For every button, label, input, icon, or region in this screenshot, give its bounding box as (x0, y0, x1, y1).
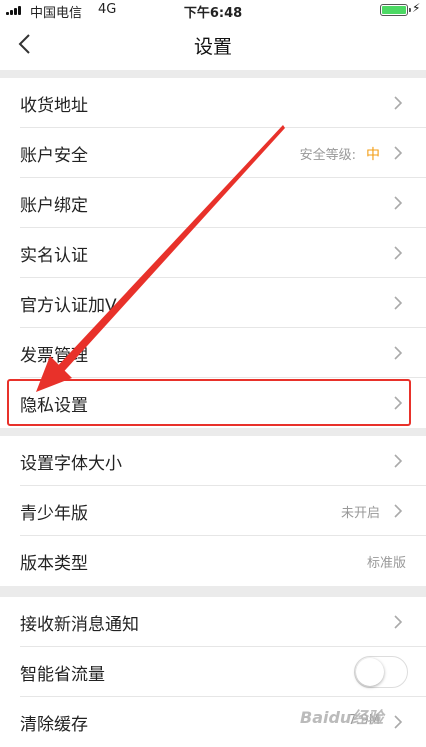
chevron-right-icon (394, 504, 403, 518)
row-label: 智能省流量 (20, 665, 105, 685)
row-label: 青少年版 (20, 504, 88, 524)
row-label: 实名认证 (20, 246, 88, 266)
toggle-knob (356, 658, 384, 686)
chevron-right-icon (394, 96, 403, 110)
chevron-right-icon (394, 196, 403, 210)
settings-row-data-saver: 智能省流量 (0, 647, 426, 697)
settings-row-clear-cache[interactable]: 清除缓存 7.9M (0, 697, 426, 747)
clock: 下午6:48 (183, 6, 243, 21)
settings-row-version-type: 版本类型 标准版 (0, 536, 426, 586)
row-label: 发票管理 (20, 346, 88, 366)
settings-row-privacy[interactable]: 隐私设置 (0, 378, 426, 428)
chevron-right-icon (394, 246, 403, 260)
battery-icon (380, 4, 411, 16)
version-type-value: 标准版 (366, 556, 406, 571)
settings-row-notifications[interactable]: 接收新消息通知 (0, 597, 426, 647)
chevron-right-icon (394, 396, 403, 410)
charging-icon: ⚡ (412, 1, 421, 15)
row-label: 版本类型 (20, 554, 88, 574)
nav-bar: 设置 (0, 20, 426, 70)
page-title: 设置 (193, 36, 232, 58)
settings-row-font-size[interactable]: 设置字体大小 (0, 436, 426, 486)
chevron-right-icon (394, 715, 403, 729)
settings-row-invoice[interactable]: 发票管理 (0, 328, 426, 378)
chevron-right-icon (394, 454, 403, 468)
settings-row-account-security[interactable]: 账户安全 安全等级: 中 (0, 128, 426, 178)
row-label: 账户安全 (20, 146, 88, 166)
chevron-right-icon (394, 146, 403, 160)
chevron-right-icon (394, 296, 403, 310)
security-level-text: 安全等级: 中 (299, 147, 380, 163)
settings-row-account-binding[interactable]: 账户绑定 (0, 178, 426, 228)
settings-row-real-name[interactable]: 实名认证 (0, 228, 426, 278)
settings-row-official-verify[interactable]: 官方认证加V (0, 278, 426, 328)
row-label: 账户绑定 (20, 196, 88, 216)
security-level-badge: 中 (366, 147, 380, 163)
settings-row-shipping-address[interactable]: 收货地址 (0, 78, 426, 128)
row-label: 设置字体大小 (20, 454, 122, 474)
data-saver-toggle[interactable] (354, 656, 408, 688)
youth-mode-status: 未开启 (340, 506, 380, 521)
row-label: 接收新消息通知 (20, 615, 139, 635)
chevron-right-icon (394, 615, 403, 629)
row-label: 清除缓存 (20, 715, 88, 735)
row-label: 隐私设置 (20, 396, 88, 416)
settings-row-youth-mode[interactable]: 青少年版 未开启 (0, 486, 426, 536)
chevron-right-icon (394, 346, 403, 360)
row-label: 收货地址 (20, 96, 88, 116)
status-bar: 中国电信 4G 下午6:48 ⚡ (0, 0, 426, 21)
row-label: 官方认证加V (20, 296, 117, 316)
cache-size: 7.9M (348, 713, 380, 728)
